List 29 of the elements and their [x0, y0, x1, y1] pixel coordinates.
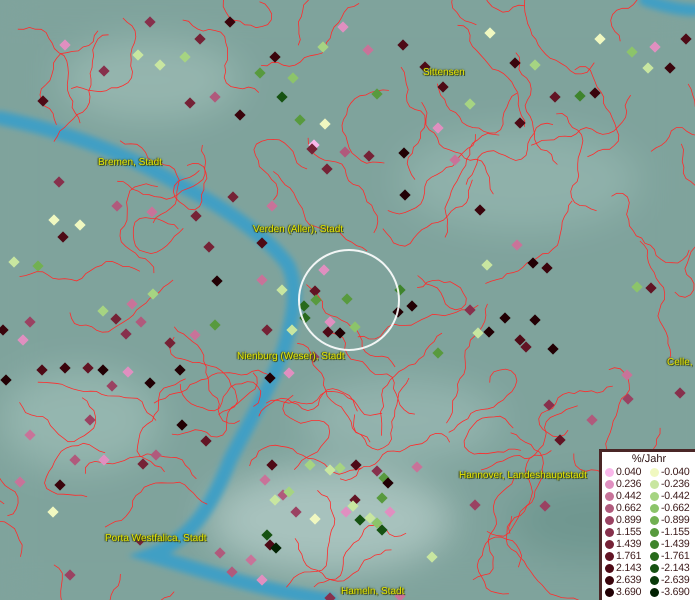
legend-label: 2.143 — [616, 562, 642, 574]
legend-label: 1.761 — [616, 550, 642, 562]
legend-label: -0.662 — [661, 502, 690, 514]
place-label: Bremen, Stadt — [98, 157, 162, 169]
legend-label: 0.040 — [616, 466, 642, 478]
legend-label: 0.236 — [616, 478, 642, 490]
legend-label: -0.442 — [661, 490, 690, 502]
boundary-line — [54, 564, 121, 600]
place-label: Hameln, Stadt — [341, 586, 404, 598]
river — [639, 0, 695, 16]
legend-label: -0.040 — [661, 466, 690, 478]
legend-label: 0.899 — [616, 514, 642, 526]
place-label: Celle, — [667, 357, 693, 369]
legend-label: 1.155 — [616, 526, 642, 538]
legend-label: -1.439 — [661, 538, 690, 550]
legend-label: -0.236 — [661, 478, 690, 490]
legend-label: 3.690 — [616, 586, 642, 598]
legend-label: 1.439 — [616, 538, 642, 550]
legend-label: -1.761 — [661, 550, 690, 562]
legend-label: 0.442 — [616, 490, 642, 502]
legend-title: %/Jahr — [630, 453, 668, 466]
legend-label: -0.899 — [661, 514, 690, 526]
place-label: Sittensen — [423, 67, 465, 79]
legend-label: -2.639 — [661, 574, 690, 586]
legend-label: 0.662 — [616, 502, 642, 514]
legend-label: -2.143 — [661, 562, 690, 574]
legend-label: -1.155 — [661, 526, 690, 538]
legend-label: -3.690 — [661, 586, 690, 598]
legend-label: 2.639 — [616, 574, 642, 586]
